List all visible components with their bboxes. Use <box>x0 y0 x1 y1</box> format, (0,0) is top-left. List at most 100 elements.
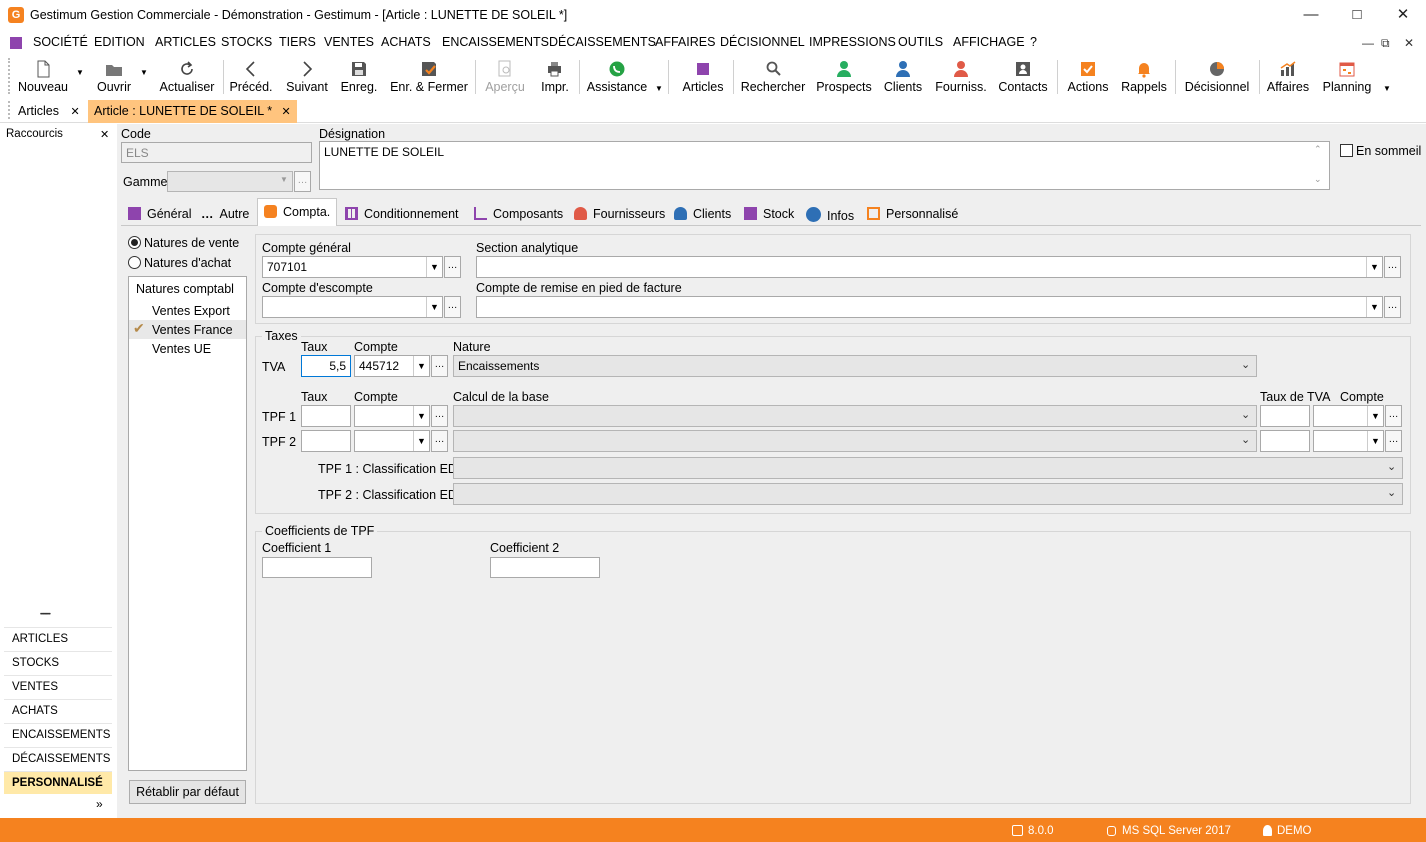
close-window-button[interactable]: ✕ <box>1380 0 1426 30</box>
tab-fournisseurs[interactable]: Fournisseurs <box>568 201 671 227</box>
prospects-button[interactable]: Prospects <box>815 58 873 98</box>
nav-personnalise[interactable]: PERSONNALISÉ <box>4 771 112 794</box>
menu-stocks[interactable]: STOCKS <box>221 35 272 49</box>
code-field[interactable]: ELS <box>121 142 312 163</box>
list-item[interactable]: Ventes Export <box>152 304 230 318</box>
menu-decaissements[interactable]: DÉCAISSEMENTS <box>549 35 656 49</box>
next-button[interactable]: Suivant <box>284 58 330 98</box>
tpf2-compte-tva-dropdown-icon[interactable]: ▼ <box>1367 431 1383 451</box>
save-and-close-button[interactable]: Enr. & Fermer <box>388 58 470 98</box>
doc-tab-articles[interactable]: Articles ✕ <box>12 100 86 122</box>
nav-stocks[interactable]: STOCKS <box>4 651 112 674</box>
menu-articles[interactable]: ARTICLES <box>155 35 216 49</box>
section-browse-button[interactable]: … <box>1384 256 1401 278</box>
previous-button[interactable]: Précéd. <box>228 58 274 98</box>
tpf1-taux-tva-field[interactable] <box>1260 405 1310 427</box>
tva-taux-field[interactable]: 5,5 <box>301 355 351 377</box>
menu-societe[interactable]: SOCIÉTÉ <box>33 35 88 49</box>
reset-default-button[interactable]: Rétablir par défaut <box>129 780 246 804</box>
tpf1-compte-tva-browse-button[interactable]: … <box>1385 405 1402 427</box>
refresh-button[interactable]: Actualiser <box>156 58 218 98</box>
affaires-button[interactable]: Affaires <box>1264 58 1312 98</box>
open-button[interactable]: Ouvrir <box>92 58 136 98</box>
tpf2-calcul-chevron-icon[interactable]: ⌄ <box>1241 433 1250 446</box>
tva-nature-chevron-icon[interactable]: ⌄ <box>1241 358 1250 371</box>
tva-compte-browse-button[interactable]: … <box>431 355 448 377</box>
minimize-button[interactable]: — <box>1288 0 1334 30</box>
actions-button[interactable]: Actions <box>1064 58 1112 98</box>
tpf2-taux-field[interactable] <box>301 430 351 452</box>
tab-composants[interactable]: Composants <box>468 201 569 227</box>
suppliers-button[interactable]: Fourniss. <box>934 58 988 98</box>
nav-articles[interactable]: ARTICLES <box>4 627 112 650</box>
maximize-button[interactable]: □ <box>1334 0 1380 30</box>
menu-achats[interactable]: ACHATS <box>381 35 431 49</box>
planning-button[interactable]: Planning <box>1320 58 1374 98</box>
nav-ventes[interactable]: VENTES <box>4 675 112 698</box>
new-dropdown-icon[interactable]: ▼ <box>76 68 84 77</box>
mdi-minimize-button[interactable]: — <box>1362 36 1374 50</box>
new-button[interactable]: Nouveau <box>16 58 70 98</box>
decisionnel-button[interactable]: Décisionnel <box>1182 58 1252 98</box>
tpf1-edi-select[interactable] <box>453 457 1403 479</box>
compte-remise-field[interactable] <box>476 296 1383 318</box>
assistance-button[interactable]: Assistance <box>586 58 648 98</box>
section-analytique-field[interactable] <box>476 256 1383 278</box>
preview-button[interactable]: Aperçu <box>482 58 528 98</box>
menu-edition[interactable]: EDITION <box>94 35 145 49</box>
tpf1-edi-chevron-icon[interactable]: ⌄ <box>1387 460 1396 473</box>
tva-compte-dropdown-icon[interactable]: ▼ <box>413 356 429 376</box>
menu-impressions[interactable]: IMPRESSIONS <box>809 35 896 49</box>
tpf1-calcul-select[interactable] <box>453 405 1257 427</box>
coefficient2-field[interactable] <box>490 557 600 578</box>
sommeil-checkbox[interactable] <box>1340 144 1353 157</box>
coefficient1-field[interactable] <box>262 557 372 578</box>
compte-general-browse-button[interactable]: … <box>444 256 461 278</box>
splitter-grip[interactable]: ••••••••• <box>40 612 51 618</box>
section-dropdown-icon[interactable]: ▼ <box>1366 257 1382 277</box>
gamme-dropdown-icon[interactable]: ▼ <box>280 175 288 184</box>
gamme-select[interactable] <box>167 171 293 192</box>
tpf1-compte-dropdown-icon[interactable]: ▼ <box>413 406 429 426</box>
tpf2-taux-tva-field[interactable] <box>1260 430 1310 452</box>
tab-autre[interactable]: … Autre <box>195 201 255 227</box>
tpf2-compte-tva-browse-button[interactable]: … <box>1385 430 1402 452</box>
toolbar-overflow-icon[interactable]: ▼ <box>655 84 663 93</box>
list-item[interactable]: Ventes France <box>152 323 233 337</box>
compte-general-dropdown-icon[interactable]: ▼ <box>426 257 442 277</box>
save-button[interactable]: Enreg. <box>339 58 379 98</box>
menu-affichage[interactable]: AFFICHAGE <box>953 35 1025 49</box>
compte-general-field[interactable]: 707101 <box>262 256 443 278</box>
open-dropdown-icon[interactable]: ▼ <box>140 68 148 77</box>
mdi-restore-button[interactable]: ⧉ <box>1381 36 1390 51</box>
close-tab-icon[interactable]: ✕ <box>70 106 79 118</box>
nav-encaissements[interactable]: ENCAISSEMENTS <box>4 723 112 746</box>
tab-infos[interactable]: Infos <box>800 201 860 227</box>
remise-dropdown-icon[interactable]: ▼ <box>1366 297 1382 317</box>
tpf1-calcul-chevron-icon[interactable]: ⌄ <box>1241 408 1250 421</box>
tpf1-browse-button[interactable]: … <box>431 405 448 427</box>
gamme-browse-button[interactable]: … <box>294 171 311 192</box>
reminders-button[interactable]: Rappels <box>1120 58 1168 98</box>
tpf2-edi-select[interactable] <box>453 483 1403 505</box>
menu-tiers[interactable]: TIERS <box>279 35 316 49</box>
tab-general[interactable]: Général <box>122 201 197 227</box>
menu-affaires[interactable]: AFFAIRES <box>655 35 715 49</box>
tpf2-calcul-select[interactable] <box>453 430 1257 452</box>
close-tab-icon[interactable]: ✕ <box>282 106 291 118</box>
contacts-button[interactable]: Contacts <box>996 58 1050 98</box>
tpf2-edi-chevron-icon[interactable]: ⌄ <box>1387 486 1396 499</box>
tpf1-compte-tva-dropdown-icon[interactable]: ▼ <box>1367 406 1383 426</box>
tab-compta[interactable]: Compta. <box>257 198 338 226</box>
radio-natures-achat[interactable] <box>128 256 141 269</box>
escompte-dropdown-icon[interactable]: ▼ <box>426 297 442 317</box>
toolbar-overflow-icon-2[interactable]: ▼ <box>1383 84 1391 93</box>
tab-personnalise[interactable]: Personnalisé <box>861 201 964 227</box>
articles-button[interactable]: Articles <box>680 58 726 98</box>
list-item[interactable]: Ventes UE <box>152 342 211 356</box>
scroll-up-icon[interactable]: ⌃ <box>1314 144 1322 155</box>
tab-clients[interactable]: Clients <box>668 201 737 227</box>
expand-panel-icon[interactable]: » <box>96 797 103 811</box>
doc-tab-article-detail[interactable]: Article : LUNETTE DE SOLEIL * ✕ <box>88 100 297 123</box>
tpf1-taux-field[interactable] <box>301 405 351 427</box>
